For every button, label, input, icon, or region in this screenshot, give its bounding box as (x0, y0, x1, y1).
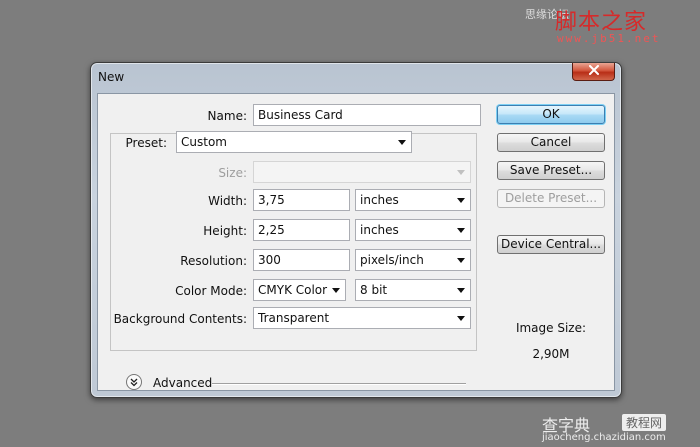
resolution-unit-select[interactable]: pixels/inch (355, 249, 471, 271)
cancel-button[interactable]: Cancel (497, 133, 605, 152)
watermark-url: www.jb51.net (557, 32, 661, 45)
close-icon (589, 65, 599, 75)
chevron-down-icon (457, 316, 465, 321)
color-mode-label: Color Mode: (175, 284, 247, 298)
height-unit-value: inches (360, 223, 399, 237)
color-mode-select[interactable]: CMYK Color (253, 279, 346, 301)
preset-value: Custom (181, 135, 227, 149)
width-unit-select[interactable]: inches (355, 189, 471, 211)
width-label: Width: (208, 194, 247, 208)
ok-button[interactable]: OK (497, 105, 605, 124)
chevron-double-down-icon (130, 378, 138, 387)
save-preset-button[interactable]: Save Preset... (497, 161, 605, 180)
bit-depth-select[interactable]: 8 bit (355, 279, 471, 301)
advanced-label[interactable]: Advanced (153, 376, 212, 390)
name-label: Name: (207, 109, 247, 123)
advanced-divider (212, 383, 466, 385)
height-unit-select[interactable]: inches (355, 219, 471, 241)
delete-preset-button[interactable]: Delete Preset... (497, 189, 605, 208)
size-select[interactable] (253, 161, 471, 183)
bit-depth-value: 8 bit (360, 283, 388, 297)
new-document-dialog: New Name: Business Card Preset: Custom S… (90, 62, 622, 398)
resolution-input[interactable]: 300 (253, 249, 350, 271)
resolution-unit-value: pixels/inch (360, 253, 424, 267)
image-size-label: Image Size: (515, 321, 587, 335)
color-mode-value: CMYK Color (258, 283, 328, 297)
height-label: Height: (203, 224, 247, 238)
close-button[interactable] (572, 63, 615, 81)
watermark-bottom-url: jiaocheng.chazidian.com (542, 432, 666, 443)
advanced-toggle[interactable] (126, 374, 142, 390)
chevron-down-icon (457, 170, 465, 175)
watermark-bottom-tag: 教程网 (622, 414, 667, 431)
image-size-value: 2,90M (532, 347, 570, 361)
chevron-down-icon (332, 288, 340, 293)
background-contents-label: Background Contents: (113, 312, 247, 326)
width-input[interactable]: 3,75 (253, 189, 350, 211)
chevron-down-icon (398, 140, 406, 145)
name-input[interactable]: Business Card (253, 104, 481, 126)
resolution-label: Resolution: (180, 254, 247, 268)
watermark-bottom: 查字典 教程网 jiaocheng.chazidian.com (538, 410, 696, 444)
preset-label: Preset: (119, 136, 170, 150)
watermark-top: 思缘论坛 脚本之家 www.jb51.net (525, 4, 697, 48)
device-central-button[interactable]: Device Central... (497, 235, 605, 254)
size-label: Size: (218, 166, 247, 180)
height-input[interactable]: 2,25 (253, 219, 350, 241)
chevron-down-icon (457, 258, 465, 263)
dialog-body: Name: Business Card Preset: Custom Size:… (97, 93, 615, 391)
width-unit-value: inches (360, 193, 399, 207)
chevron-down-icon (457, 198, 465, 203)
dialog-title: New (98, 70, 125, 84)
preset-select[interactable]: Custom (176, 131, 412, 153)
chevron-down-icon (457, 288, 465, 293)
background-contents-select[interactable]: Transparent (253, 307, 471, 329)
background-contents-value: Transparent (258, 311, 330, 325)
chevron-down-icon (457, 228, 465, 233)
